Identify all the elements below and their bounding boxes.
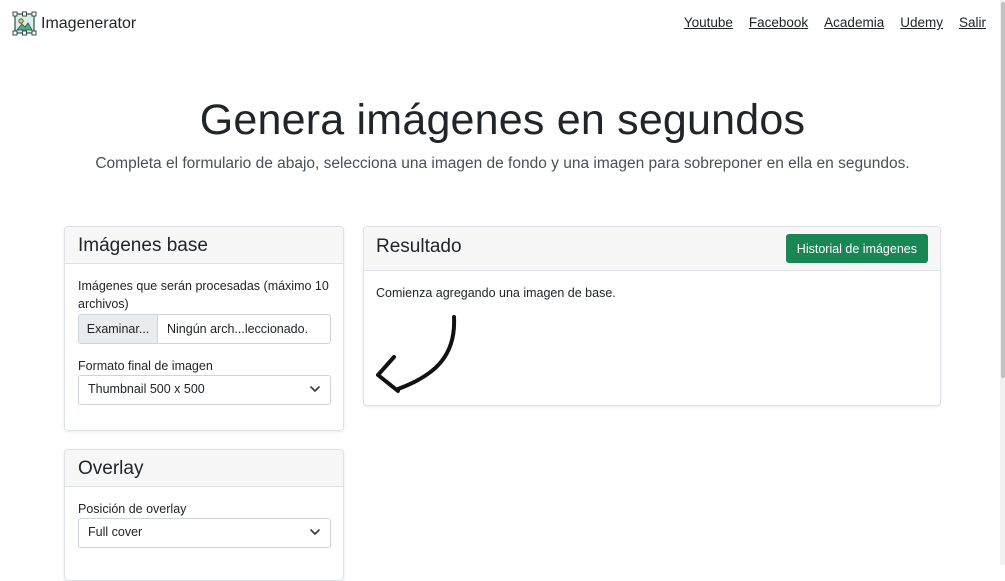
browse-button[interactable]: Examinar... [79,315,158,343]
base-images-file-input[interactable]: Examinar... Ningún arch...leccionado. [78,314,331,344]
nav-link-facebook[interactable]: Facebook [749,15,808,30]
page-scrollbar[interactable] [1000,0,1005,565]
brand-name: Imagenerator [41,14,137,32]
overlay-card-header: Overlay [65,450,343,487]
result-empty-message: Comienza agregando una imagen de base. [376,286,616,300]
nav-link-salir[interactable]: Salir [959,15,986,30]
format-label: Formato final de imagen [78,359,213,373]
nav-links: Youtube Facebook Academia Udemy Salir [684,15,986,30]
result-card-header: Resultado Historial de imágenes [364,227,940,271]
nav-link-udemy[interactable]: Udemy [900,15,943,30]
files-label: Imágenes que serán procesadas (máximo 10… [78,279,329,311]
overlay-card: Overlay Posición de overlay Full cover [64,449,344,581]
result-card: Resultado Historial de imágenes Comienza… [363,226,941,406]
overlay-title: Overlay [78,458,144,479]
base-images-card: Imágenes base Imágenes que serán procesa… [64,226,344,431]
image-history-button[interactable]: Historial de imágenes [785,234,928,263]
nav-link-academia[interactable]: Academia [824,15,884,30]
result-title: Resultado [376,236,462,257]
brand[interactable]: Imagenerator [12,11,136,36]
page-subtitle: Completa el formulario de abajo, selecci… [95,155,910,172]
format-select-value: Thumbnail 500 x 500 [88,382,205,396]
base-images-card-header: Imágenes base [65,227,343,264]
nav-link-youtube[interactable]: Youtube [684,15,733,30]
format-select[interactable]: Thumbnail 500 x 500 [78,375,331,405]
chevron-down-icon [310,529,320,535]
scrollbar-thumb[interactable] [1001,2,1005,378]
file-status: Ningún arch...leccionado. [167,322,309,336]
overlay-position-value: Full cover [88,525,143,539]
page-title: Genera imágenes en segundos [199,96,806,144]
base-images-title: Imágenes base [78,235,208,256]
overlay-position-select[interactable]: Full cover [78,518,331,548]
curved-arrow-icon [376,315,457,393]
overlay-position-label: Posición de overlay [78,502,187,516]
chevron-down-icon [310,386,320,392]
image-generator-logo-icon [12,11,37,36]
navbar: Imagenerator Youtube Facebook Academia U… [0,0,1005,48]
